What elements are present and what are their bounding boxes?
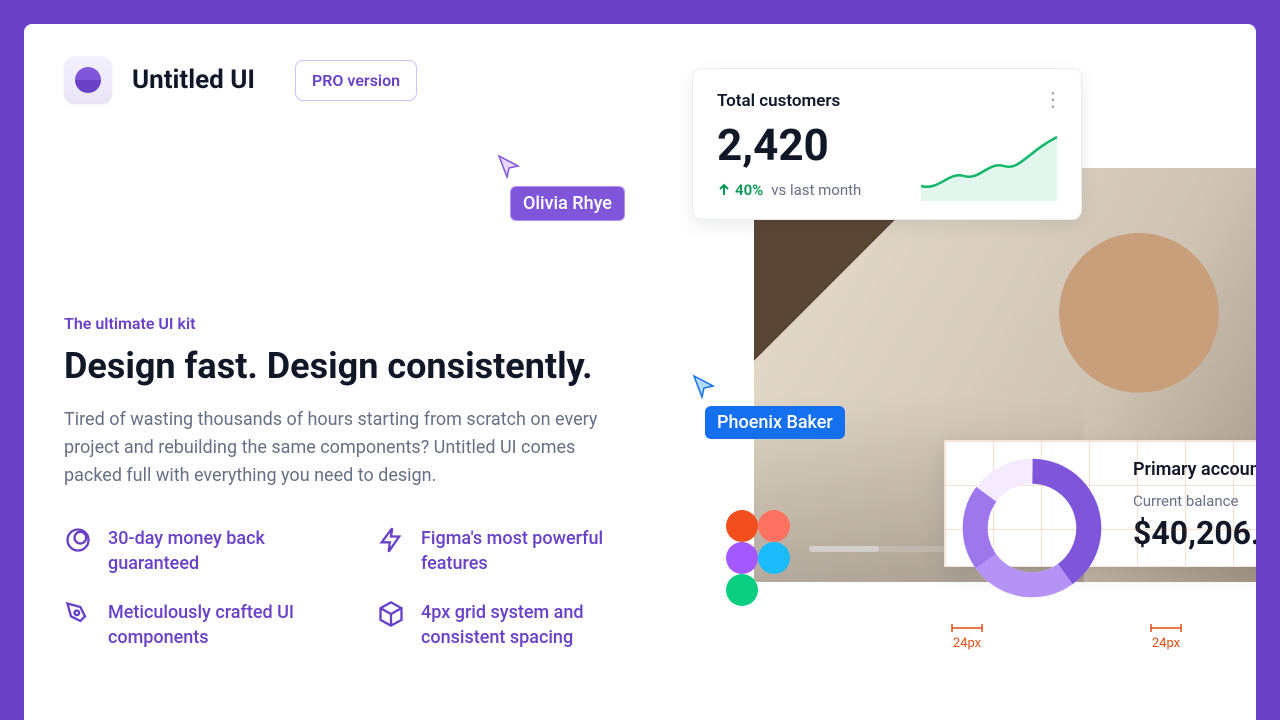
more-icon[interactable]: ⋮ <box>1043 87 1063 111</box>
spacing-marker-right: 24px <box>1149 622 1183 651</box>
spacing-value: 24px <box>953 636 981 651</box>
hero-title: Design fast. Design consistently. <box>64 345 664 388</box>
spacing-markers: 24px 24px <box>944 622 1256 662</box>
feature-label: 30-day money back guaranteed <box>108 526 351 576</box>
feature-label: Figma's most powerful features <box>421 526 664 576</box>
cursor-label: Phoenix Baker <box>705 406 845 439</box>
delta-percent: 40% <box>717 181 763 199</box>
feature-label: Meticulously crafted UI components <box>108 600 351 650</box>
figma-logo-icon <box>726 510 790 610</box>
hero-section: The ultimate UI kit Design fast. Design … <box>64 314 664 651</box>
pro-version-badge[interactable]: PRO version <box>295 60 417 101</box>
cursor-phoenix: Phoenix Baker <box>691 374 845 439</box>
balance-value: $40,206.20 <box>1133 514 1256 552</box>
feature-item: 30-day money back guaranteed <box>64 526 351 576</box>
balance-subtitle: Current balance <box>1133 492 1256 510</box>
pen-tool-icon <box>64 600 92 628</box>
balance-title: Primary account <box>1133 459 1256 480</box>
page: Untitled UI PRO version Olivia Rhye The … <box>24 24 1256 720</box>
cursor-label: Olivia Rhye <box>510 186 625 221</box>
feature-item: Meticulously crafted UI components <box>64 600 351 650</box>
sparkline-chart <box>919 131 1059 201</box>
cursor-icon <box>496 154 522 180</box>
shield-check-icon <box>64 526 92 554</box>
brand-name: Untitled UI <box>132 65 255 95</box>
stat-card-customers: ⋮ Total customers 2,420 40% vs last mont… <box>692 68 1082 220</box>
feature-item: 4px grid system and consistent spacing <box>377 600 664 650</box>
stat-title: Total customers <box>717 91 1057 111</box>
arrow-up-icon <box>717 183 731 197</box>
balance-card: Primary account Current balance $40,206.… <box>944 440 1256 567</box>
hero-eyebrow: The ultimate UI kit <box>64 314 664 333</box>
spacing-value: 24px <box>1152 636 1180 651</box>
delta-label: vs last month <box>771 181 861 199</box>
spacing-marker-left: 24px <box>950 622 984 651</box>
feature-list: 30-day money back guaranteed Figma's mos… <box>64 526 664 651</box>
cube-icon <box>377 600 405 628</box>
delta-pct-value: 40% <box>735 181 763 199</box>
header: Untitled UI PRO version <box>64 56 417 104</box>
brand-logo <box>64 56 112 104</box>
hero-description: Tired of wasting thousands of hours star… <box>64 406 624 490</box>
feature-label: 4px grid system and consistent spacing <box>421 600 664 650</box>
feature-item: Figma's most powerful features <box>377 526 664 576</box>
lightning-icon <box>377 526 405 554</box>
donut-chart <box>957 453 1107 603</box>
cursor-olivia: Olivia Rhye <box>496 154 625 221</box>
cursor-icon <box>691 374 717 400</box>
